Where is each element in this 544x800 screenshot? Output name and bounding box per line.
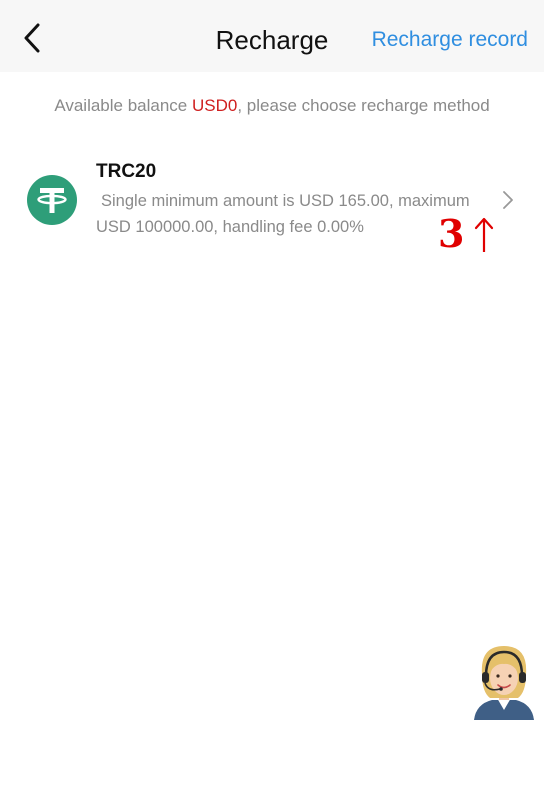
balance-prefix: Available balance <box>54 96 192 115</box>
recharge-record-link[interactable]: Recharge record <box>372 0 528 72</box>
step-annotation-number: 3 <box>438 211 465 256</box>
tether-icon <box>27 175 77 225</box>
back-button[interactable] <box>14 18 50 58</box>
customer-service-avatar[interactable] <box>470 638 538 720</box>
method-name: TRC20 <box>96 161 157 182</box>
balance-suffix: , please choose recharge method <box>237 96 490 115</box>
chevron-right-icon <box>503 191 513 209</box>
balance-value: USD0 <box>192 96 238 115</box>
balance-info: Available balance USD0, please choose re… <box>0 96 544 116</box>
top-nav-bar: Recharge Recharge record <box>0 0 544 72</box>
chevron-left-icon <box>24 23 40 53</box>
up-arrow-icon <box>474 217 494 252</box>
